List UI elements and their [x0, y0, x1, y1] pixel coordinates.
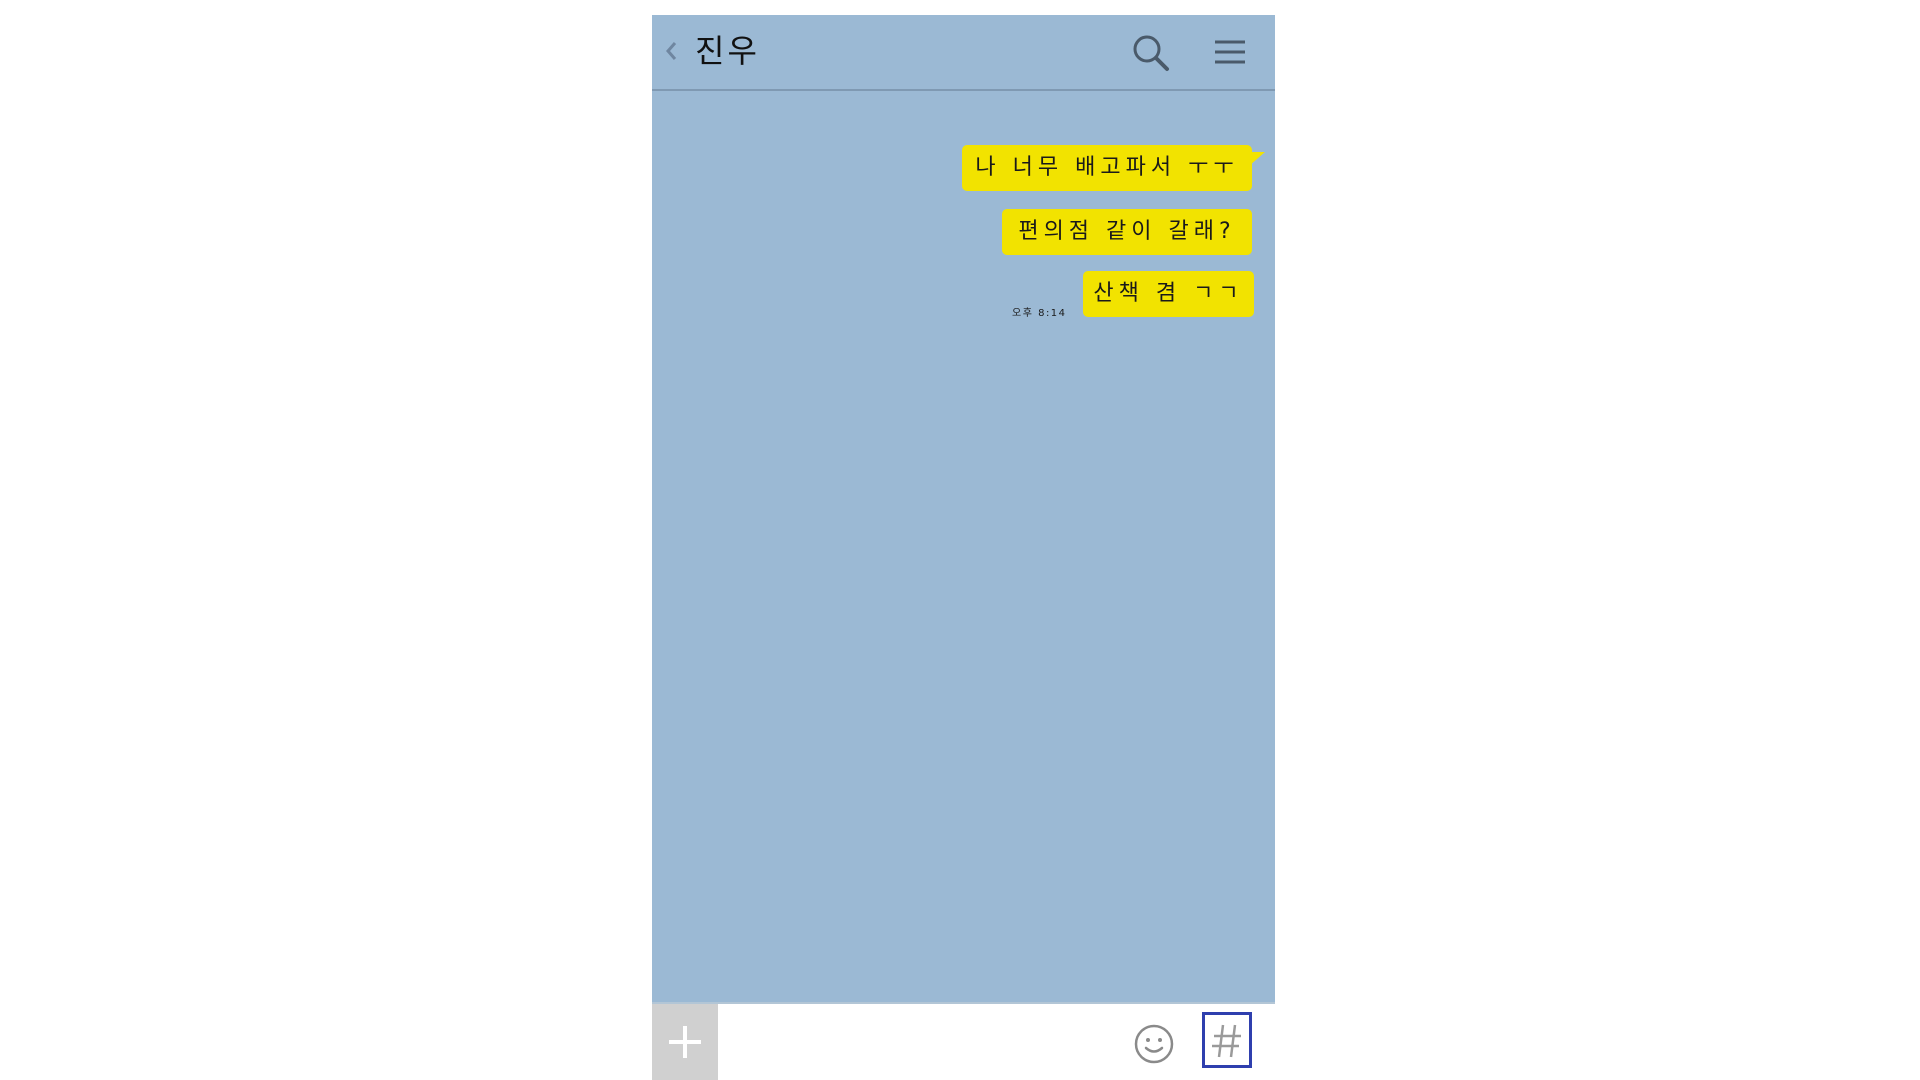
- message-text: 편의점 같이 갈래?: [1018, 219, 1236, 244]
- search-icon: [1133, 35, 1169, 71]
- message-bubble[interactable]: 편의점 같이 갈래?: [1002, 209, 1252, 255]
- back-button[interactable]: [662, 33, 682, 69]
- menu-button[interactable]: [1209, 33, 1249, 73]
- hamburger-menu-icon: [1215, 40, 1245, 64]
- hash-icon: [1212, 1024, 1241, 1058]
- emoji-icon: [1134, 1024, 1174, 1064]
- plus-icon: [669, 1026, 701, 1058]
- bubble-tail: [1249, 152, 1265, 166]
- chat-title: 진우: [695, 32, 760, 70]
- search-button[interactable]: [1129, 31, 1173, 75]
- chevron-left-icon: [666, 42, 677, 60]
- attach-button[interactable]: [652, 1004, 718, 1080]
- input-bar: [652, 1002, 1275, 1080]
- message-text: 나 너무 배고파서 ㅜㅜ: [975, 155, 1239, 180]
- hashtag-button[interactable]: [1202, 1012, 1252, 1068]
- message-list: 나 너무 배고파서 ㅜㅜ 편의점 같이 갈래? 오후 8:14 산책 겸 ㄱㄱ: [652, 91, 1275, 1021]
- message-bubble[interactable]: 나 너무 배고파서 ㅜㅜ: [962, 145, 1265, 191]
- message-timestamp: 오후 8:14: [1012, 308, 1067, 319]
- chat-header: 진우: [652, 15, 1275, 91]
- message-bubble[interactable]: 산책 겸 ㄱㄱ: [1083, 271, 1254, 317]
- message-text: 산책 겸 ㄱㄱ: [1093, 281, 1244, 306]
- chat-screen: 진우 나 너무 배고파서 ㅜㅜ 편의점 같이 갈래? 오후 8:14 산책 겸 …: [652, 15, 1275, 1080]
- emoji-button[interactable]: [1132, 1022, 1176, 1066]
